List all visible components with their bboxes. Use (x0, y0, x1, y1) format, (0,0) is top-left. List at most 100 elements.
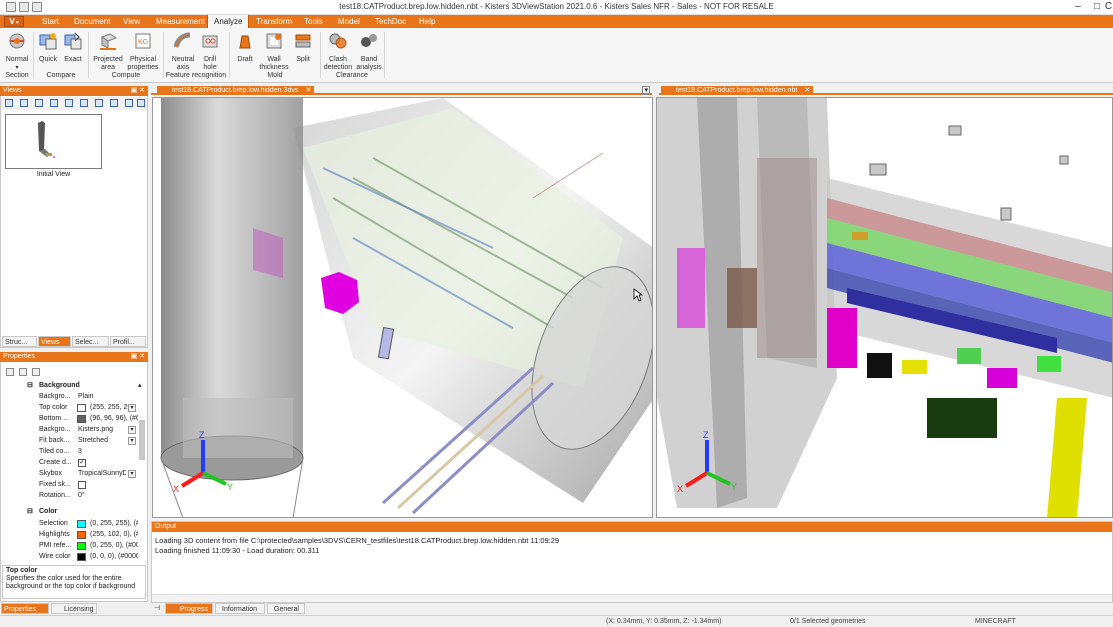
tab-information[interactable]: Information (215, 603, 265, 614)
svg-text:KG: KG (138, 39, 148, 46)
tab-profile[interactable]: Profil... (110, 336, 146, 347)
property-fit-background[interactable]: Fit back... Stretched ▾ (1, 435, 147, 446)
clash-detection-button[interactable]: Clash detection (322, 31, 354, 72)
dropdown-icon[interactable]: ▾ (128, 470, 136, 478)
checkbox-unchecked[interactable] (78, 481, 86, 489)
close-button-partial[interactable]: C (1104, 0, 1113, 15)
tab-selection[interactable]: Selec... (72, 336, 109, 347)
menu-techdoc[interactable]: TechDoc (375, 15, 406, 28)
output-scrollbar[interactable] (152, 594, 1112, 602)
filter-icon[interactable] (32, 368, 40, 376)
menu-bar: V ▾ Start Document View Measurement Anal… (0, 15, 1113, 28)
property-wire-color[interactable]: Wire color (0, 0, 0), (#0000 (1, 551, 147, 562)
menu-transform[interactable]: Transform (256, 15, 292, 28)
view-tool-icon[interactable] (50, 99, 58, 107)
property-scrollbar[interactable] (139, 420, 145, 460)
section-icon (9, 33, 25, 49)
right-viewport-tabbar: test18.CATProduct.brep.low.hidden.nbt ✕ (659, 86, 1113, 95)
property-top-color[interactable]: Top color (255, 255, 25 ▾ (1, 402, 147, 413)
exact-compare-button[interactable]: Exact (62, 31, 84, 64)
tab-licensing[interactable]: Licensing (51, 603, 97, 614)
view-tool-icon[interactable] (80, 99, 88, 107)
wall-thickness-icon (266, 33, 282, 49)
scroll-up-icon[interactable]: ▴ (138, 380, 142, 391)
physical-properties-button[interactable]: KG Physical properties (126, 31, 160, 72)
dropdown-icon[interactable]: ▾ (128, 404, 136, 412)
view-tool-icon[interactable] (137, 99, 145, 107)
clash-detection-icon (329, 33, 347, 49)
draft-button[interactable]: Draft (233, 31, 257, 64)
category-background[interactable]: ⊟ Background ▴ (1, 380, 147, 391)
application-logo-button[interactable]: V ▾ (4, 16, 24, 27)
property-rotation[interactable]: Rotation... 0° (1, 490, 147, 501)
right-viewport-tab[interactable]: test18.CATProduct.brep.low.hidden.nbt ✕ (661, 86, 814, 95)
dropdown-icon[interactable]: ▾ (128, 437, 136, 445)
view-tool-icon[interactable] (95, 99, 103, 107)
axis-z-label: Z (199, 430, 205, 440)
collapse-icon[interactable]: ⊟ (27, 506, 33, 517)
right-3d-viewport[interactable]: Z X Y (656, 97, 1113, 518)
property-fixed-skybox[interactable]: Fixed sk... (1, 479, 147, 490)
view-tool-icon[interactable] (35, 99, 43, 107)
property-tiled-count[interactable]: Tiled co... 3 (1, 446, 147, 457)
projected-label-1: Projected (93, 56, 123, 63)
split-button[interactable]: Split (291, 31, 315, 64)
left-viewport-tab[interactable]: test18.CATProduct.brep.low.hidden.3dvs ✕ (157, 86, 315, 95)
menu-start[interactable]: Start (42, 15, 59, 28)
menu-analyze[interactable]: Analyze (207, 15, 250, 28)
projected-area-button[interactable]: Projected area (91, 31, 125, 72)
view-thumbnail[interactable] (5, 114, 102, 169)
neutral-axis-button[interactable]: Neutral axis (168, 31, 198, 72)
tab-general[interactable]: General (267, 603, 305, 614)
property-background-type[interactable]: Backgro... Plain (1, 391, 147, 402)
property-selection-color[interactable]: Selection (0, 255, 255), (# (1, 518, 147, 529)
menu-model[interactable]: Model (338, 15, 360, 28)
property-skybox[interactable]: Skybox TropicalSunnyD ▾ (1, 468, 147, 479)
color-swatch (77, 542, 86, 550)
category-background-label: Background (39, 382, 80, 389)
menu-measurement[interactable]: Measurement (156, 15, 205, 28)
drill-hole-button[interactable]: Drill hole (198, 31, 222, 72)
menu-document[interactable]: Document (74, 15, 110, 28)
menu-tools[interactable]: Tools (304, 15, 323, 28)
normal-label: Normal (5, 56, 29, 63)
menu-help[interactable]: Help (419, 15, 435, 28)
category-icon[interactable] (19, 368, 27, 376)
group-feature-recognition-label: Feature recognition (165, 72, 227, 79)
pin-close-icon[interactable]: ▣ ✕ (131, 352, 145, 362)
axis-triad-right: Z X Y (677, 430, 737, 494)
normal-section-button[interactable]: Normal ▾ (4, 31, 30, 72)
tab-structure[interactable]: Struc... (2, 336, 37, 347)
property-pmi-reference-color[interactable]: PMI refe... (0, 255, 0), (#00 (1, 540, 147, 551)
left-3d-viewport[interactable]: Z X Y (152, 97, 653, 518)
sort-icon[interactable] (6, 368, 14, 376)
view-tool-icon[interactable] (20, 99, 28, 107)
band-analysis-button[interactable]: Band analysis (354, 31, 384, 72)
wall-label-1: Wall (267, 56, 281, 63)
property-background-image[interactable]: Backgro... Kisters.png ▾ (1, 424, 147, 435)
wall-thickness-button[interactable]: Wall thickness (258, 31, 290, 72)
dropdown-icon[interactable]: ▾ (128, 426, 136, 434)
tab-progress[interactable]: Progress (165, 603, 213, 614)
view-tool-icon[interactable] (110, 99, 118, 107)
output-panel: Output Loading 3D content from file C:\p… (151, 521, 1113, 603)
tab-properties[interactable]: Properties (1, 603, 49, 614)
close-tab-icon[interactable]: ✕ (305, 86, 311, 95)
split-label: Split (296, 56, 310, 63)
view-tool-icon[interactable] (125, 99, 133, 107)
close-tab-icon[interactable]: ✕ (804, 86, 810, 95)
collapse-icon[interactable]: ⊟ (27, 380, 33, 391)
pin-close-icon[interactable]: ▣ ✕ (131, 86, 145, 96)
property-create-d[interactable]: Create d... ✓ (1, 457, 147, 468)
view-tool-icon[interactable] (65, 99, 73, 107)
view-tool-icon[interactable] (5, 99, 13, 107)
tab-views[interactable]: Views (38, 336, 71, 347)
category-color[interactable]: ⊟ Color (1, 506, 147, 517)
quick-compare-button[interactable]: Quick (37, 31, 59, 64)
checkbox-checked[interactable]: ✓ (78, 459, 86, 467)
property-highlights-color[interactable]: Highlights (255, 102, 0), (# (1, 529, 147, 540)
pin-icon[interactable]: ⊣ (154, 604, 160, 612)
property-bottom-color[interactable]: Bottom ... (96, 96, 96), (#6 (1, 413, 147, 424)
menu-view[interactable]: View (123, 15, 140, 28)
tab-list-dropdown-icon[interactable]: ▾ (642, 86, 650, 95)
